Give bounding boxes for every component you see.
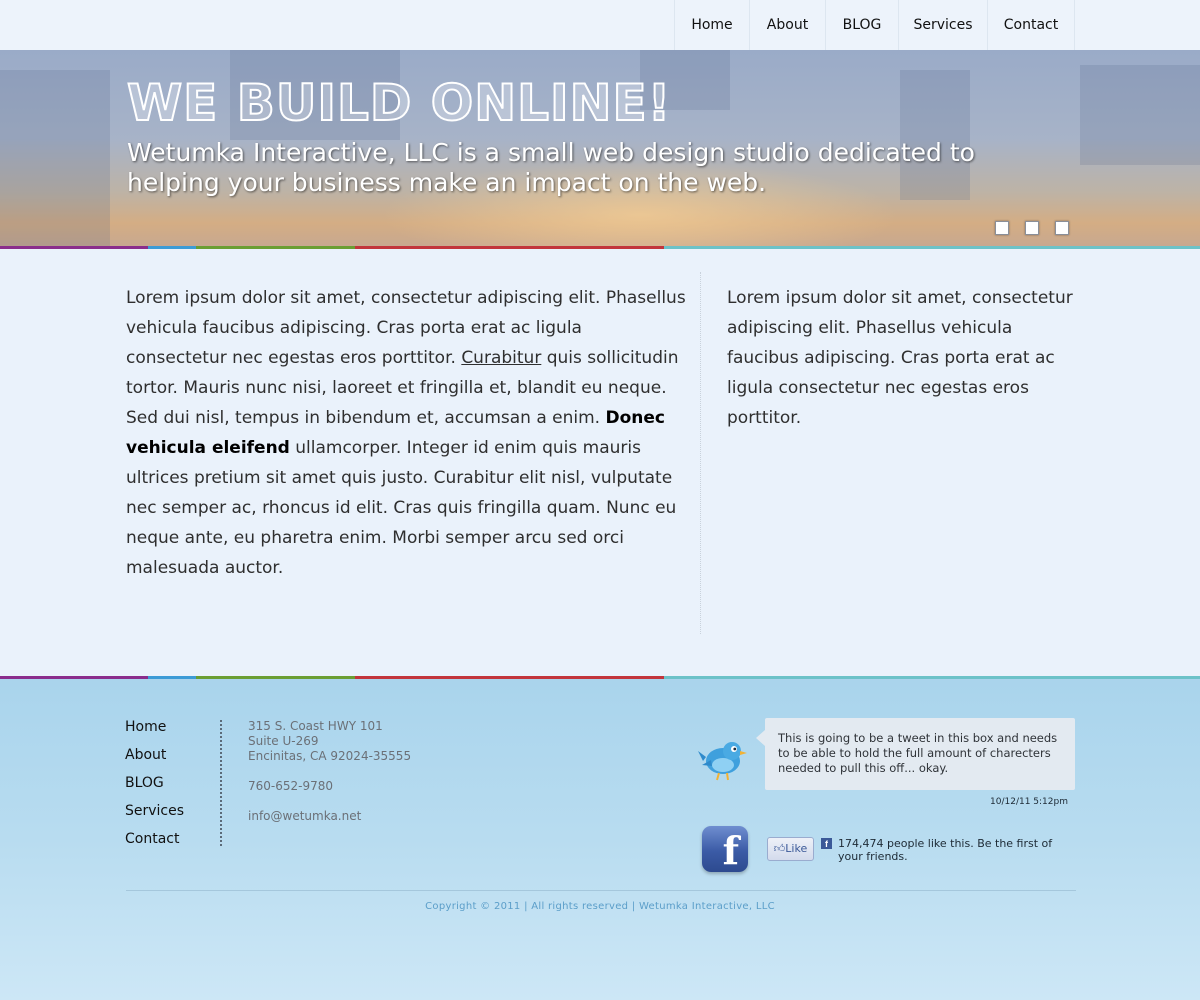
address-line-1: 315 S. Coast HWY 101 — [248, 719, 383, 733]
hero-banner: WE BUILD ONLINE! Wetumka Interactive, LL… — [0, 50, 1200, 247]
hero-title: WE BUILD ONLINE! — [126, 73, 672, 133]
color-stripe-top — [0, 246, 1200, 249]
thumbs-up-icon: 👍︎ — [773, 842, 786, 855]
copyright-text: Copyright © 2011 | All rights reserved |… — [425, 901, 775, 912]
footer-nav-services[interactable]: Services — [125, 802, 184, 830]
tweet-timestamp: 10/12/11 5:12pm — [990, 797, 1068, 807]
facebook-small-icon: f — [821, 838, 832, 849]
color-stripe-footer — [0, 676, 1200, 679]
like-label: Like — [785, 842, 808, 855]
footer-divider — [220, 720, 222, 846]
curabitur-link[interactable]: Curabitur — [461, 348, 541, 368]
address-line-3: Encinitas, CA 92024-35555 — [248, 749, 412, 763]
intro-text-left: Lorem ipsum dolor sit amet, consectetur … — [126, 283, 686, 583]
email-link[interactable]: info@wetumka.net — [248, 809, 411, 824]
footer: Home About BLOG Services Contact 315 S. … — [0, 676, 1200, 1000]
top-bar: Home About BLOG Services Contact — [0, 0, 1200, 50]
hero-background-shape — [1080, 65, 1200, 165]
footer-nav-contact[interactable]: Contact — [125, 830, 184, 858]
footer-separator — [126, 890, 1076, 891]
footer-nav-about[interactable]: About — [125, 746, 184, 774]
nav-blog[interactable]: BLOG — [826, 0, 899, 50]
footer-nav-home[interactable]: Home — [125, 718, 184, 746]
hero-background-shape — [0, 70, 110, 247]
tweet-box: This is going to be a tweet in this box … — [756, 718, 1075, 790]
main-nav: Home About BLOG Services Contact — [674, 0, 1075, 50]
address-line-2: Suite U-269 — [248, 734, 319, 748]
twitter-bird-icon[interactable] — [697, 733, 747, 783]
column-divider — [700, 272, 701, 634]
slider-dots — [995, 221, 1069, 235]
slider-dot-1[interactable] — [995, 221, 1009, 235]
nav-services[interactable]: Services — [899, 0, 988, 50]
facebook-icon[interactable]: f — [702, 826, 748, 872]
contact-address: 315 S. Coast HWY 101 Suite U-269 Encinit… — [248, 719, 411, 824]
nav-home[interactable]: Home — [675, 0, 750, 50]
hero-subtitle: Wetumka Interactive, LLC is a small web … — [127, 138, 975, 197]
main-content: Lorem ipsum dolor sit amet, consectetur … — [0, 250, 1200, 676]
like-count-text: 174,474 people like this. Be the first o… — [838, 837, 1070, 863]
intro-text-part: ullamcorper. Integer id enim quis mauris… — [126, 438, 677, 578]
slider-dot-3[interactable] — [1055, 221, 1069, 235]
phone-number: 760-652-9780 — [248, 779, 334, 793]
like-button[interactable]: 👍︎Like — [767, 837, 814, 861]
slider-dot-2[interactable] — [1025, 221, 1039, 235]
nav-contact[interactable]: Contact — [988, 0, 1075, 50]
footer-nav-blog[interactable]: BLOG — [125, 774, 184, 802]
intro-text-right: Lorem ipsum dolor sit amet, consectetur … — [727, 288, 1073, 428]
like-count[interactable]: 174,474 — [838, 837, 884, 850]
footer-nav: Home About BLOG Services Contact — [125, 718, 184, 858]
nav-about[interactable]: About — [750, 0, 826, 50]
